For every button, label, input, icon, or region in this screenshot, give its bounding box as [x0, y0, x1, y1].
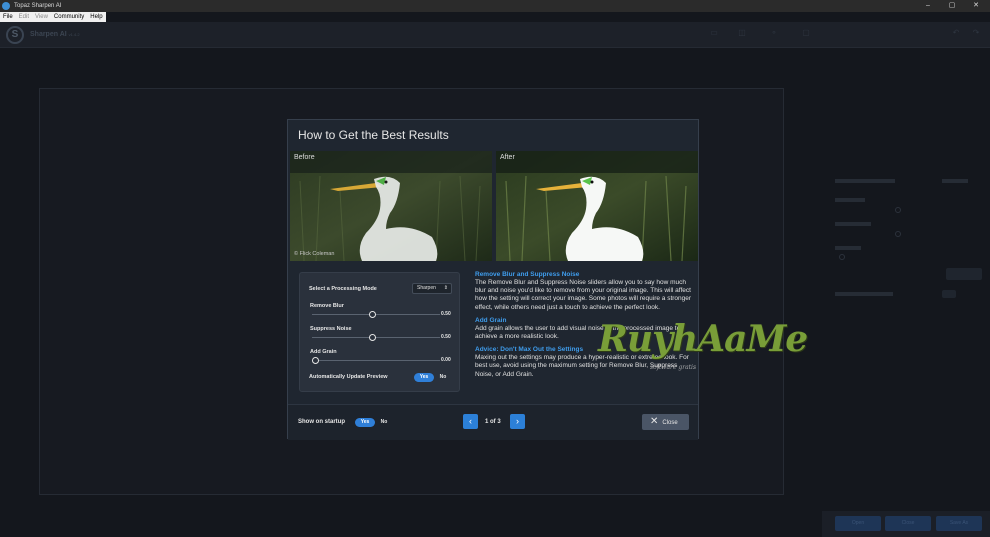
remove-blur-thumb[interactable]	[369, 311, 376, 318]
panel-auto-update-toggle[interactable]	[942, 290, 956, 298]
help-body-1: The Remove Blur and Suppress Noise slide…	[475, 279, 692, 311]
dialog-footer: Show on startup Yes No ‹ 1 of 3 › ✕ Close	[288, 404, 698, 440]
egret-photo-after	[496, 151, 698, 261]
close-image-button[interactable]: Close	[885, 516, 931, 531]
close-dialog-button[interactable]: ✕ Close	[642, 414, 689, 430]
menu-bar: File Edit View Community Help	[0, 12, 106, 22]
app-logo: S	[6, 26, 24, 44]
suppress-noise-label: Suppress Noise	[310, 326, 352, 332]
show-on-startup-label: Show on startup	[298, 419, 345, 425]
close-window-button[interactable]: ✕	[966, 0, 986, 12]
updown-chevron-icon: ⇕	[443, 285, 448, 291]
auto-update-no[interactable]: No	[437, 373, 449, 382]
window-title: Topaz Sharpen AI	[14, 3, 62, 9]
auto-update-yes[interactable]: Yes	[414, 373, 434, 382]
window-titlebar: Topaz Sharpen AI	[0, 0, 990, 12]
save-as-button-label: Save As	[949, 520, 969, 526]
watermark-text: RuyhAaMe	[598, 318, 808, 360]
app-icon	[2, 2, 10, 10]
suppress-noise-thumb[interactable]	[369, 334, 376, 341]
settings-example: Select a Processing Mode Sharpen ⇕ Remov…	[299, 272, 460, 392]
remove-blur-label: Remove Blur	[310, 303, 344, 309]
app-name-text: Sharpen AI	[30, 31, 67, 38]
undo-icon[interactable]: ↶	[948, 28, 964, 42]
panel-mode-dropdown[interactable]	[942, 179, 968, 183]
next-page-button[interactable]: ›	[510, 414, 525, 429]
suppress-noise-value: 0.50	[441, 334, 451, 340]
open-button-label: Open	[851, 520, 865, 526]
panel-blur-thumb[interactable]	[895, 207, 901, 213]
view-split-icon[interactable]: ◫	[734, 28, 750, 42]
panel-update-button[interactable]	[946, 268, 982, 280]
panel-mode-placeholder	[835, 179, 895, 183]
mode-label: Select a Processing Mode	[309, 286, 377, 292]
close-image-button-label: Close	[901, 520, 915, 526]
prev-page-button[interactable]: ‹	[463, 414, 478, 429]
minimize-button[interactable]: –	[918, 0, 938, 12]
mode-value: Sharpen	[417, 285, 436, 291]
panel-grain-placeholder	[835, 246, 861, 250]
open-button[interactable]: Open	[835, 516, 881, 531]
comparison-images: Before © Flick Coleman After	[290, 151, 698, 261]
remove-blur-value: 0.50	[441, 311, 451, 317]
close-icon: ✕	[650, 416, 659, 427]
before-image: Before © Flick Coleman	[290, 151, 492, 261]
zoom-icon[interactable]: ▢	[798, 28, 814, 42]
startup-yes[interactable]: Yes	[355, 418, 375, 427]
add-grain-thumb[interactable]	[312, 357, 319, 364]
menu-help[interactable]: Help	[90, 14, 102, 20]
help-heading-1: Remove Blur and Suppress Noise	[475, 271, 580, 278]
menu-edit[interactable]: Edit	[19, 14, 29, 20]
save-as-button[interactable]: Save As	[936, 516, 982, 531]
app-header	[0, 22, 990, 48]
redo-icon[interactable]: ↷	[968, 28, 984, 42]
panel-grain-thumb[interactable]	[839, 254, 845, 260]
after-label: After	[500, 154, 515, 161]
close-dialog-label: Close	[662, 419, 678, 426]
auto-update-label: Automatically Update Preview	[309, 374, 388, 380]
panel-noise-placeholder	[835, 222, 871, 226]
maximize-button[interactable]: ▢	[942, 0, 962, 12]
startup-no[interactable]: No	[378, 418, 390, 427]
menu-file[interactable]: File	[3, 14, 13, 20]
app-name: Sharpen AI v1.4.2	[30, 31, 80, 38]
view-single-icon[interactable]: ▭	[706, 28, 722, 42]
add-grain-track[interactable]	[312, 360, 440, 361]
remove-blur-track[interactable]	[312, 314, 440, 315]
before-label: Before	[294, 154, 315, 161]
egret-photo-before	[290, 151, 492, 261]
watermark: RuyhAaMe software gratis	[598, 318, 808, 378]
panel-noise-thumb[interactable]	[895, 231, 901, 237]
after-image: After	[496, 151, 698, 261]
watermark-subtext: software gratis	[650, 364, 697, 371]
suppress-noise-track[interactable]	[312, 337, 440, 338]
tips-dialog: How to Get the Best Results Before © Fli…	[287, 119, 699, 440]
view-sidebyside-icon[interactable]: ⚬	[766, 28, 782, 42]
menu-community[interactable]: Community	[54, 14, 84, 20]
app-version: v1.4.2	[68, 32, 80, 37]
add-grain-value: 0.00	[441, 357, 451, 363]
panel-auto-update-placeholder	[835, 292, 893, 296]
mode-dropdown[interactable]: Sharpen ⇕	[412, 283, 452, 294]
dialog-title: How to Get the Best Results	[298, 128, 449, 142]
add-grain-label: Add Grain	[310, 349, 337, 355]
photo-copyright: © Flick Coleman	[294, 251, 335, 257]
settings-panel	[830, 170, 985, 320]
menu-view[interactable]: View	[35, 14, 48, 20]
panel-blur-placeholder	[835, 198, 865, 202]
page-indicator: 1 of 3	[485, 419, 501, 425]
